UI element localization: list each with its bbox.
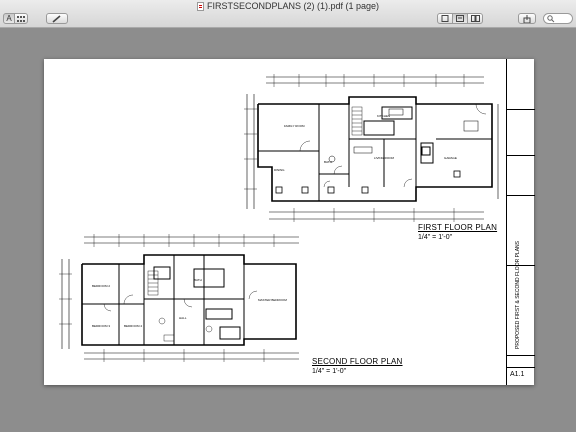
two-page-icon	[470, 15, 480, 22]
title-block: PROPOSED FIRST & SECOND FLOOR PLANS A1.1	[506, 59, 535, 385]
svg-text:BEDROOM 3: BEDROOM 3	[92, 324, 110, 328]
first-floor-plan: FAMILY ROOM DINING KITCHEN LIVING ROOM G…	[244, 74, 499, 222]
svg-text:KITCHEN: KITCHEN	[377, 114, 390, 118]
floor-plan-drawing: FAMILY ROOM DINING KITCHEN LIVING ROOM G…	[59, 74, 499, 362]
title-block-cell	[507, 109, 535, 155]
display-mode-segment	[437, 13, 483, 24]
title-block-cell	[507, 355, 535, 367]
svg-text:BEDROOM 2: BEDROOM 2	[92, 284, 110, 288]
text-view-label: A	[6, 14, 12, 23]
window-title-bar: FIRSTSECONDPLANS (2) (1).pdf (1 page)	[0, 0, 576, 12]
project-title: PROPOSED FIRST & SECOND FLOOR PLANS	[515, 241, 521, 349]
svg-text:MASTER BEDROOM: MASTER BEDROOM	[258, 298, 287, 302]
continuous-icon	[456, 15, 464, 22]
share-button[interactable]	[518, 13, 536, 24]
thumbnail-grid-button[interactable]	[14, 13, 28, 24]
search-field[interactable]	[543, 13, 573, 24]
second-floor-plan: BEDROOM 2 BEDROOM 3 BEDROOM 4 MASTER BED…	[59, 234, 299, 362]
svg-text:BATH: BATH	[194, 278, 202, 282]
continuous-button[interactable]	[452, 13, 468, 24]
share-icon	[523, 14, 531, 23]
first-floor-plan-title: FIRST FLOOR PLAN	[418, 223, 498, 232]
annotate-pencil-icon	[52, 14, 61, 23]
view-mode-segment: A	[3, 13, 28, 24]
first-floor-plan-scale: 1/4" = 1'-0"	[418, 234, 453, 241]
annotate-button[interactable]	[46, 13, 68, 24]
single-page-icon	[441, 15, 449, 22]
svg-text:LIVING ROOM: LIVING ROOM	[374, 156, 395, 160]
svg-text:FAMILY ROOM: FAMILY ROOM	[284, 124, 305, 128]
search-icon	[547, 15, 555, 23]
svg-text:BATH: BATH	[324, 160, 332, 164]
second-floor-plan-title: SECOND FLOOR PLAN	[312, 357, 403, 366]
second-floor-plan-scale: 1/4" = 1'-0"	[312, 368, 347, 375]
window-title: FIRSTSECONDPLANS (2) (1).pdf (1 page)	[206, 1, 380, 11]
single-page-button[interactable]	[437, 13, 453, 24]
thumbnail-grid-icon	[17, 15, 25, 22]
pdf-document-icon	[196, 1, 204, 11]
sheet-number: A1.1	[510, 371, 525, 378]
pdf-page[interactable]: FAMILY ROOM DINING KITCHEN LIVING ROOM G…	[44, 59, 535, 385]
svg-text:HALL: HALL	[179, 316, 187, 320]
two-page-button[interactable]	[467, 13, 483, 24]
title-block-cell	[507, 195, 535, 265]
svg-text:GARAGE: GARAGE	[444, 156, 457, 160]
svg-text:BEDROOM 4: BEDROOM 4	[124, 324, 142, 328]
window-chrome: FIRSTSECONDPLANS (2) (1).pdf (1 page) A	[0, 0, 576, 28]
svg-text:DINING: DINING	[274, 168, 285, 172]
title-block-cell	[507, 155, 535, 195]
